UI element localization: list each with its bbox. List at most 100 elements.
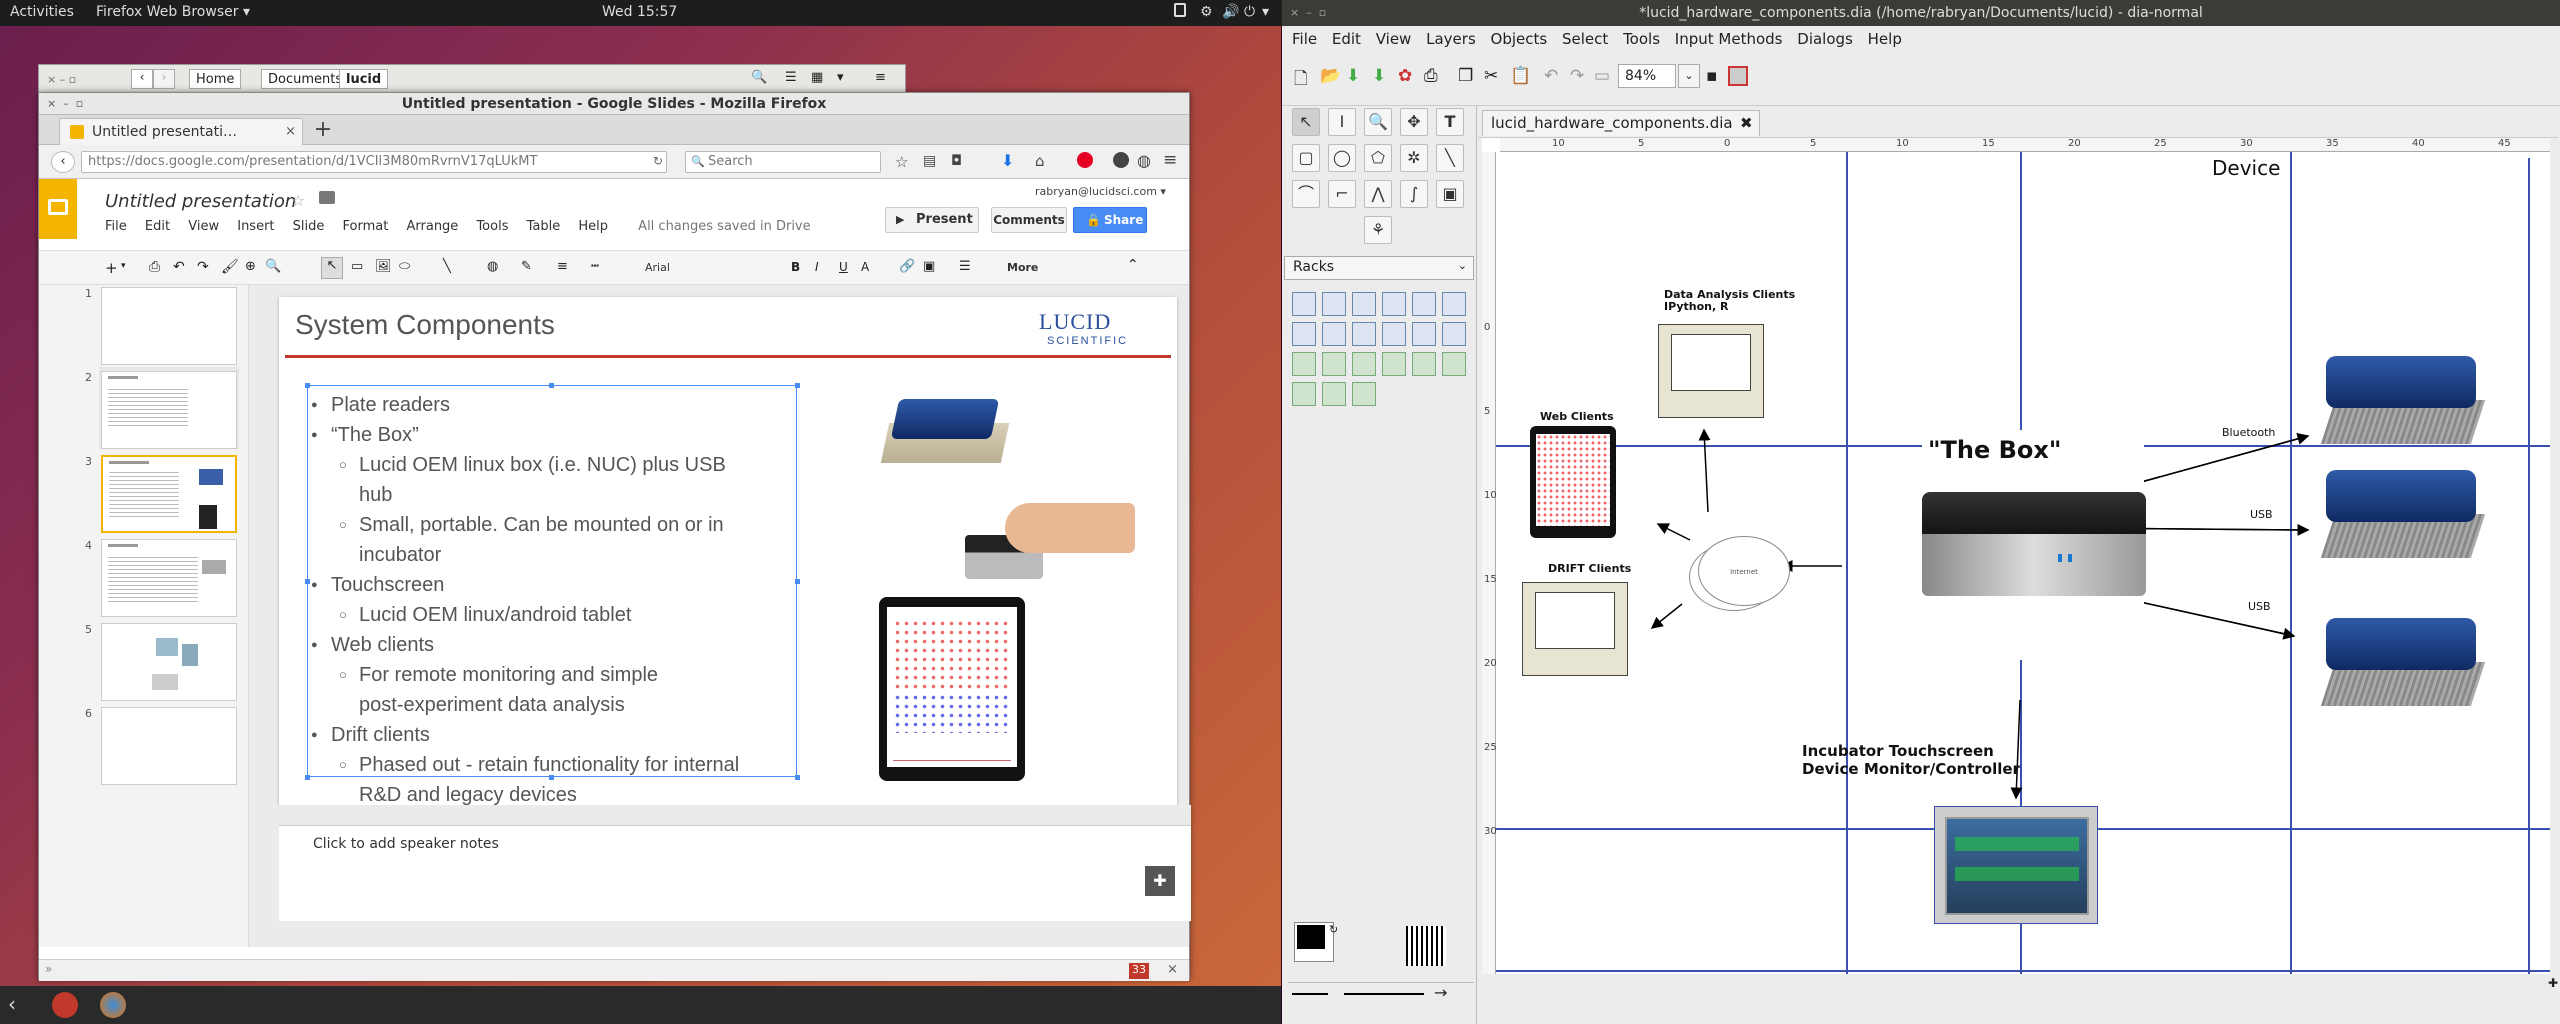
undo-icon[interactable]: ↶ [173,259,185,275]
slide-canvas[interactable]: System Components LUCID SCIENTIFIC ● Plat… [279,297,1177,836]
rack-shape-1[interactable] [1322,292,1346,316]
window-controls[interactable]: × – ▫ [47,73,76,86]
bookmark-star-icon[interactable]: ☆ [895,153,908,171]
bullet-item[interactable]: ○ Lucid OEM linux/android tablet [339,603,631,627]
the-box-group[interactable]: "The Box" [1922,430,2146,660]
tab-google-slides[interactable]: Untitled presentati… × [59,118,303,145]
close-icon[interactable]: × [1167,962,1178,977]
rack-shape-12[interactable] [1292,352,1316,376]
present-button[interactable]: ▶ Present [885,207,979,233]
tab-close-icon[interactable]: ✖ [1740,111,1753,135]
border-dash-icon[interactable]: ┅ [591,259,599,274]
image-tool-icon[interactable]: ▣ [1436,180,1464,208]
dia-menu-tools[interactable]: Tools [1623,26,1660,52]
cut-icon[interactable]: ✂ [1484,66,1498,86]
rack-shape-6[interactable] [1292,322,1316,346]
bullet-item[interactable]: incubator [359,543,441,567]
text-color-button[interactable]: A [861,260,869,274]
incubator-label-1[interactable]: Incubator Touchscreen [1802,742,1994,760]
dia-menu-input-methods[interactable]: Input Methods [1675,26,1783,52]
rack-shape-2[interactable] [1352,292,1376,316]
menu-arrange[interactable]: Arrange [407,219,459,234]
slide-thumbnail-2[interactable] [101,371,237,449]
the-box-label[interactable]: "The Box" [1928,436,2061,464]
plate-reader-image[interactable] [880,399,1010,469]
scroll-tool-icon[interactable]: ✥ [1400,108,1428,136]
paint-format-icon[interactable]: 🖌 [221,259,239,275]
bullet-item[interactable]: ○ Lucid OEM linux box (i.e. NUC) plus USB [339,453,726,477]
menu-help[interactable]: Help [578,219,608,234]
slide-thumbnail-4[interactable] [101,539,237,617]
magnify-tool-icon[interactable]: 🔍 [1364,108,1392,136]
zoom-out-icon[interactable]: ▭ [1594,66,1610,86]
font-select[interactable]: Arial [645,261,670,274]
rack-shape-19[interactable] [1322,382,1346,406]
rack-shape-3[interactable] [1382,292,1406,316]
zoom-icon[interactable]: ⊕ [245,259,256,274]
snap-object-icon[interactable] [1728,66,1748,86]
breadcrumb-documents[interactable]: Documents [261,69,350,89]
bezier-tool-icon[interactable]: ∫ [1400,180,1428,208]
image-icon[interactable]: 🖼 [375,259,392,274]
menu-format[interactable]: Format [343,219,389,234]
slide-thumbnail-3[interactable] [101,455,237,533]
collapse-icon[interactable]: ⌃ [1127,257,1139,273]
border-weight-icon[interactable]: ≡ [557,259,568,274]
network-icon[interactable]: ⚙ [1200,4,1213,20]
chevron-icon[interactable]: » [45,962,52,976]
line-style-selectors[interactable]: → [1288,982,1474,1004]
drift-clients-label[interactable]: DRIFT Clients [1548,562,1631,575]
web-clients-label[interactable]: Web Clients [1540,410,1614,423]
new-slide-dropdown-icon[interactable]: ▾ [121,261,126,271]
usb-label-1[interactable]: USB [2250,508,2273,521]
bullet-item[interactable]: ○ For remote monitoring and simple [339,663,658,687]
bold-button[interactable]: B [791,260,800,274]
bullet-item[interactable]: ● “The Box” [311,423,419,447]
incubator-touchscreen[interactable] [1934,806,2098,924]
underline-button[interactable]: U [839,260,848,274]
snap-grid-icon[interactable]: ▪ [1706,66,1718,86]
search-input[interactable]: Search [685,151,881,173]
redo-icon[interactable]: ↷ [1570,66,1584,86]
menu-slide[interactable]: Slide [293,219,325,234]
menu-file[interactable]: File [105,219,127,234]
tab-dia-file[interactable]: lucid_hardware_components.dia ✖ [1482,110,1760,136]
system-menu-arrow-icon[interactable]: ▾ [1262,4,1269,20]
explore-button[interactable]: ✚ [1145,866,1175,896]
rack-shape-20[interactable] [1352,382,1376,406]
hamburger-menu-icon[interactable]: ≡ [1163,150,1177,170]
dia-menu-view[interactable]: View [1376,26,1412,52]
view-options-icon[interactable]: ▾ [837,70,844,85]
menu-view[interactable]: View [188,219,219,234]
notification-badge[interactable]: 33 [1129,963,1149,979]
incubator-label-2[interactable]: Device Monitor/Controller [1802,760,2020,778]
new-diagram-icon[interactable]: 🗋 [1294,66,1308,95]
search-icon[interactable]: 🔍 [751,70,767,85]
tab-close-icon[interactable]: × [285,119,296,145]
url-bar[interactable]: https://docs.google.com/presentation/d/1… [81,151,667,173]
activities-button[interactable]: Activities [10,4,74,20]
rack-shape-7[interactable] [1322,322,1346,346]
dia-menu-help[interactable]: Help [1868,26,1902,52]
polyline-tool-icon[interactable]: ⋀ [1364,180,1392,208]
dock-firefox-icon[interactable] [100,992,126,1018]
line-tool-icon[interactable]: ╲ [1436,144,1464,172]
forward-button[interactable]: › [153,69,175,89]
bullet-item[interactable]: ● Plate readers [311,393,450,417]
menu-tools[interactable]: Tools [476,219,508,234]
rack-shape-13[interactable] [1322,352,1346,376]
speaker-notes-placeholder[interactable]: Click to add speaker notes [313,836,499,852]
plate-reader-usb-2[interactable] [2320,612,2486,712]
export-icon[interactable]: ✿ [1398,66,1412,86]
shape-icon[interactable]: ⬭ [399,259,410,274]
share-button[interactable]: 🔒 Share [1073,207,1147,233]
italic-button[interactable]: I [815,260,819,274]
color-swatch[interactable]: ↻ [1294,922,1338,962]
text-edit-tool-icon[interactable]: I [1328,108,1356,136]
speaker-notes[interactable]: Click to add speaker notes ✚ [279,825,1191,921]
zoom-dropdown-icon[interactable]: ⌄ [1678,64,1700,88]
ellipse-tool-icon[interactable]: ◯ [1328,144,1356,172]
box-hand-image[interactable] [965,493,1135,589]
link-icon[interactable]: 🔗 [899,259,915,274]
bullet-item[interactable]: ● Drift clients [311,723,430,747]
